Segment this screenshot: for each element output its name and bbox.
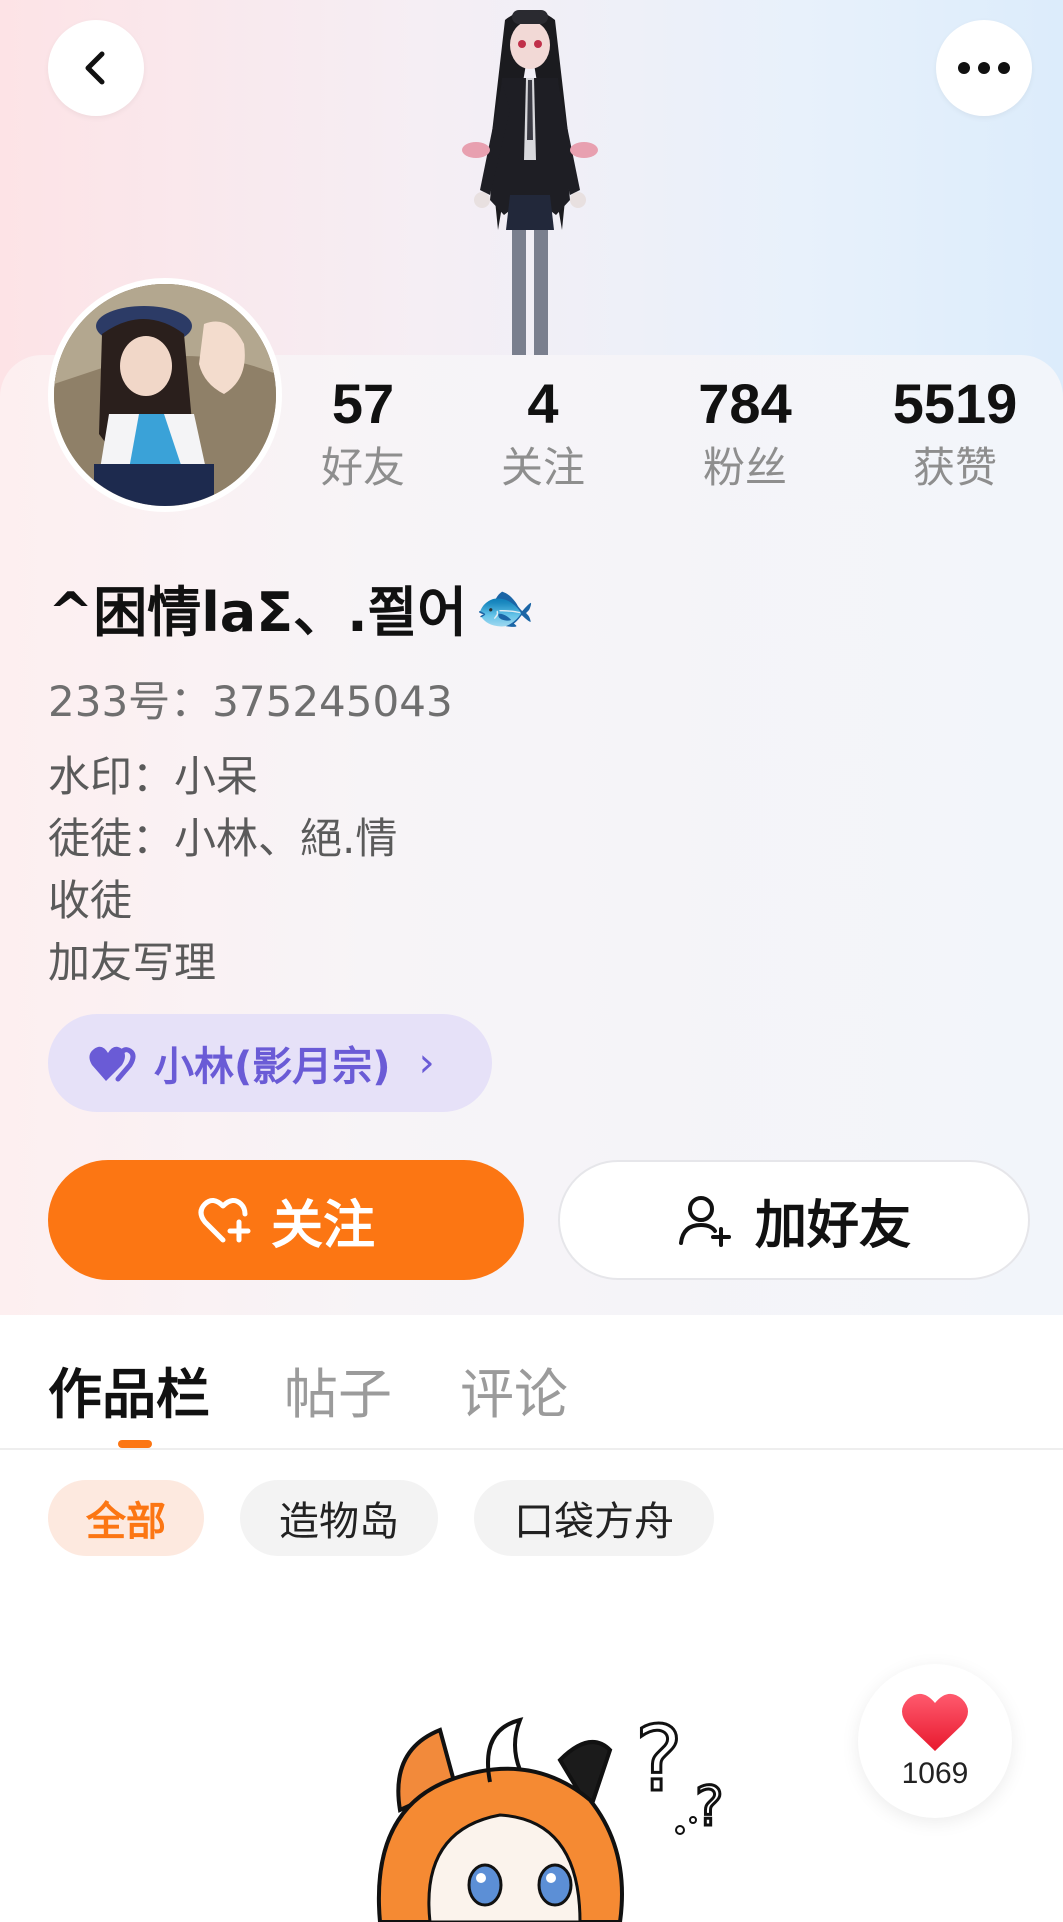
more-horizontal-icon xyxy=(958,62,1010,74)
stat-following[interactable]: 4 关注 xyxy=(488,372,598,496)
back-button[interactable] xyxy=(48,20,144,116)
bio-line: 水印：小呆 xyxy=(48,752,259,801)
guild-badge[interactable]: 小林(影月宗) › xyxy=(48,1014,492,1112)
bio-line: 收徒 xyxy=(48,876,133,925)
svg-text:?: ? xyxy=(695,1775,724,1838)
nickname-text: ^困情laΣ、.쬘어 xyxy=(48,581,467,644)
tab-posts[interactable]: 帖子 xyxy=(284,1350,392,1429)
follow-button-label: 关注 xyxy=(270,1195,375,1256)
follow-button[interactable]: 关注 xyxy=(48,1160,524,1280)
bio: 水印：小呆 徒徒：小林、絕.情 收徒 加友写理 xyxy=(48,746,397,994)
empty-state-mascot: ? ? xyxy=(376,1706,725,1922)
nickname: ^困情laΣ、.쬘어 🐟 xyxy=(48,568,535,647)
tabs-divider xyxy=(0,1448,1063,1450)
like-count: 1069 xyxy=(901,1757,969,1790)
stat-following-count: 4 xyxy=(527,372,559,435)
add-friend-button[interactable]: 加好友 xyxy=(558,1160,1030,1280)
stat-likes-count: 5519 xyxy=(892,372,1018,435)
tab-comments[interactable]: 评论 xyxy=(460,1350,568,1429)
heart-pair-icon xyxy=(89,1046,136,1082)
filter-chip-creation-island[interactable]: 造物岛 xyxy=(240,1480,438,1556)
avatar[interactable] xyxy=(48,278,282,512)
add-friend-button-label: 加好友 xyxy=(754,1195,911,1256)
stat-fans-count: 784 xyxy=(698,372,792,435)
fish-emoji: 🐟 xyxy=(474,580,535,636)
stat-friends-label: 好友 xyxy=(320,443,405,492)
filter-chip-pocket-ark[interactable]: 口袋方舟 xyxy=(474,1480,714,1556)
bio-line: 徒徒：小林、絕.情 xyxy=(48,814,398,863)
active-tab-indicator xyxy=(118,1440,152,1448)
chevron-right-icon: › xyxy=(418,1040,435,1086)
chevron-left-icon xyxy=(85,51,105,85)
stat-friends-count: 57 xyxy=(331,372,395,435)
stat-fans-label: 粉丝 xyxy=(702,443,787,492)
stat-friends[interactable]: 57 好友 xyxy=(308,372,418,496)
bio-line: 加友写理 xyxy=(48,938,217,987)
tab-works[interactable]: 作品栏 xyxy=(48,1350,210,1429)
stat-likes-label: 获赞 xyxy=(912,443,997,492)
more-options-button[interactable] xyxy=(936,20,1032,116)
svg-text:?: ? xyxy=(635,1707,683,1812)
character-avatar-figure xyxy=(462,10,598,355)
stat-following-label: 关注 xyxy=(500,443,585,492)
guild-name: 小林(影月宗) xyxy=(154,1044,391,1090)
user-id[interactable]: 233号：375245043 xyxy=(48,668,453,729)
avatar-photo xyxy=(54,284,276,506)
heart-plus-icon xyxy=(198,1198,251,1243)
stat-likes[interactable]: 5519 获赞 xyxy=(870,372,1040,496)
user-plus-icon xyxy=(678,1196,731,1247)
heart-icon xyxy=(902,1693,968,1751)
filter-chip-all[interactable]: 全部 xyxy=(48,1480,204,1556)
floating-like-button[interactable]: 1069 xyxy=(858,1664,1012,1818)
stat-fans[interactable]: 784 粉丝 xyxy=(670,372,820,496)
